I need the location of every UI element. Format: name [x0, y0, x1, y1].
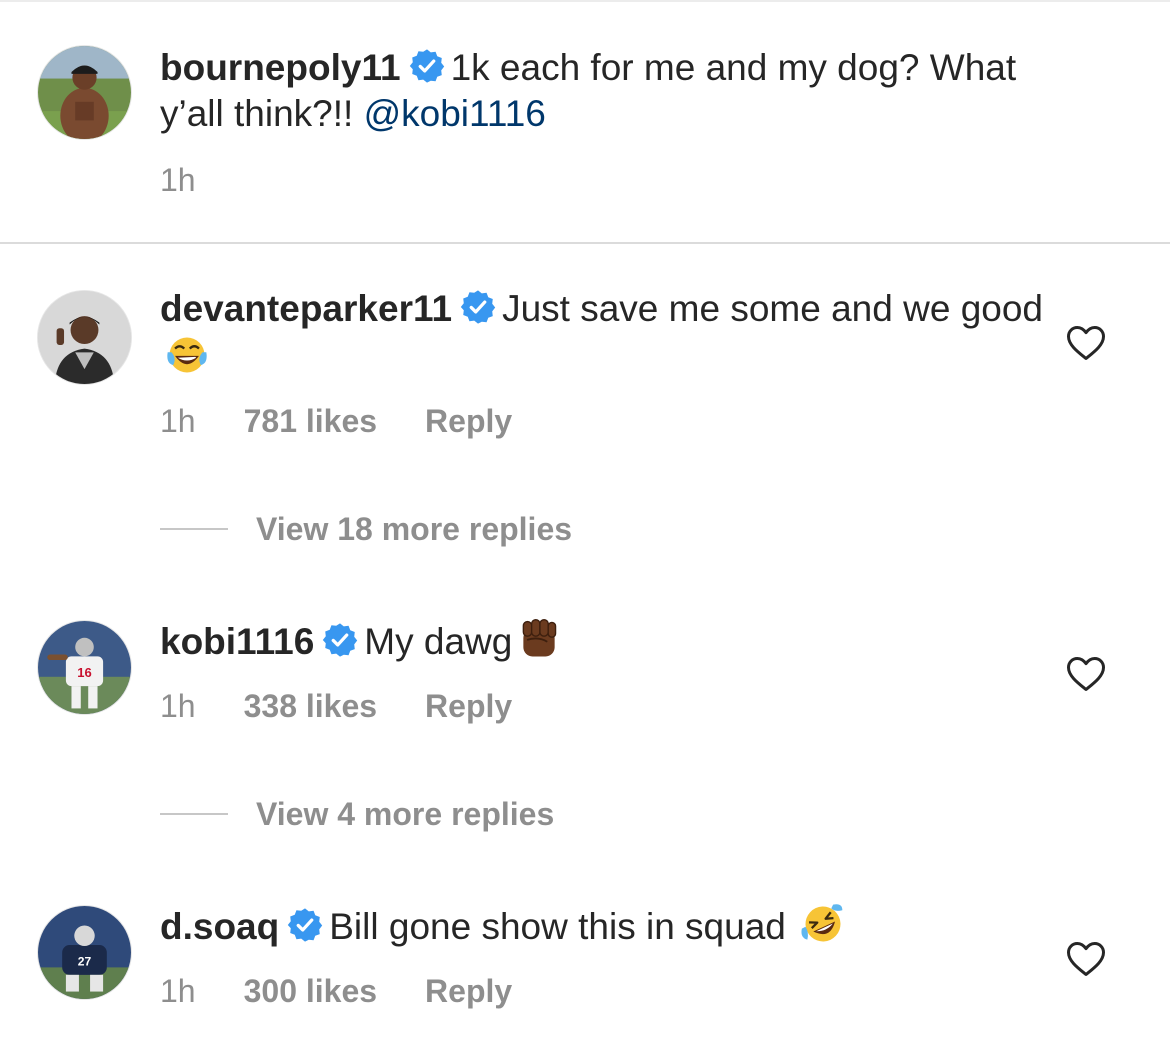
comment-body: Just save me some and we good	[502, 288, 1044, 329]
view-replies-label: View 4 more replies	[256, 795, 555, 832]
comment-username[interactable]: devanteparker11	[160, 288, 452, 329]
comment-body: Bill gone show this in squad	[329, 906, 786, 947]
face-with-tears-of-joy-icon	[167, 337, 207, 373]
comment-username[interactable]: d.soaq	[160, 906, 279, 947]
like-heart-icon[interactable]	[1066, 656, 1106, 692]
view-replies-label: View 18 more replies	[256, 510, 573, 547]
comment-meta: 1h 338 likes Reply	[160, 688, 560, 725]
comment-username[interactable]: kobi1116	[160, 621, 314, 662]
reply-button[interactable]: Reply	[425, 403, 512, 439]
comment-time: 1h	[160, 973, 196, 1009]
like-heart-icon[interactable]	[1066, 941, 1106, 977]
reply-button[interactable]: Reply	[425, 688, 512, 724]
avatar[interactable]	[37, 45, 132, 140]
comment-text: devanteparker11 Just save me some and we …	[160, 286, 1090, 381]
top-divider	[0, 0, 1170, 2]
replies-line	[160, 528, 228, 530]
profile-photo-icon	[38, 291, 131, 384]
avatar[interactable]: 16	[37, 620, 132, 715]
caption-time: 1h	[160, 162, 196, 198]
comment-time: 1h	[160, 403, 196, 439]
verified-badge-icon	[409, 48, 445, 84]
profile-photo-icon	[38, 46, 131, 139]
view-replies-button[interactable]: View 18 more replies	[160, 509, 572, 549]
comment-text: kobi1116 My dawg	[160, 616, 1090, 665]
verified-badge-icon	[322, 622, 358, 658]
profile-photo-icon: 27	[38, 906, 131, 999]
replies-line	[160, 813, 228, 815]
like-heart-icon[interactable]	[1066, 325, 1106, 361]
likes-count[interactable]: 300 likes	[244, 973, 377, 1009]
reply-button[interactable]: Reply	[425, 973, 512, 1009]
comment-text: d.soaq Bill gone show this in squad	[160, 901, 1090, 950]
rolling-on-the-floor-laughing-icon	[801, 904, 843, 942]
caption-divider	[0, 242, 1170, 244]
likes-count[interactable]: 781 likes	[244, 403, 377, 439]
svg-text:27: 27	[78, 955, 92, 969]
verified-badge-icon	[460, 289, 496, 325]
comment-time: 1h	[160, 688, 196, 724]
view-replies-button[interactable]: View 4 more replies	[160, 794, 554, 834]
profile-photo-icon: 16	[38, 621, 131, 714]
verified-badge-icon	[287, 907, 323, 943]
raised-fist-dark-skin-icon	[523, 618, 557, 657]
avatar[interactable]: 27	[37, 905, 132, 1000]
comment-meta: 1h 781 likes Reply	[160, 403, 560, 440]
comment-body: My dawg	[364, 621, 513, 662]
likes-count[interactable]: 338 likes	[244, 688, 377, 724]
caption-text: bournepoly11 1k each for me and my dog? W…	[160, 45, 1090, 137]
caption-username[interactable]: bournepoly11	[160, 47, 401, 88]
svg-text:16: 16	[77, 665, 91, 680]
avatar[interactable]	[37, 290, 132, 385]
comment-meta: 1h 300 likes Reply	[160, 973, 560, 1010]
caption-meta: 1h	[160, 162, 244, 199]
caption-mention[interactable]: @kobi1116	[364, 93, 546, 134]
